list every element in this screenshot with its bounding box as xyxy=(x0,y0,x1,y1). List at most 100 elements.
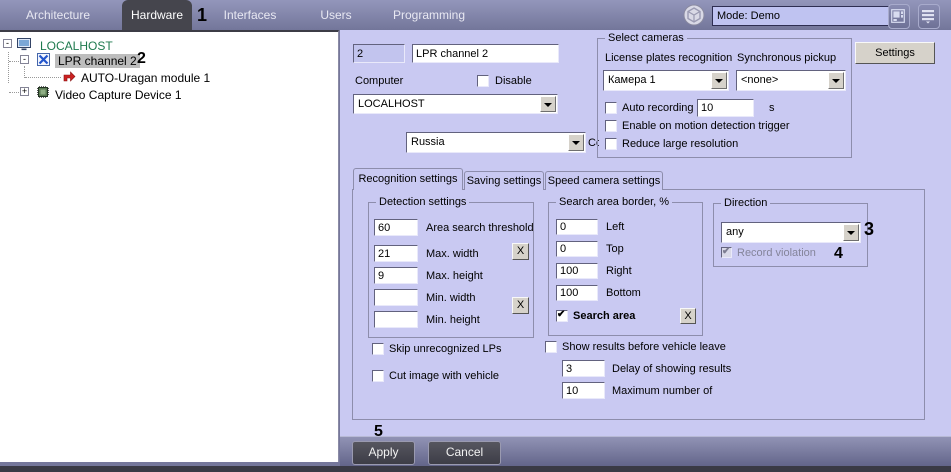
tree-item-uragan-module[interactable]: AUTO-Uragan module 1 xyxy=(81,71,210,85)
object-tree-panel: - LOCALHOST - LPR channel 2 AUTO-Uragan … xyxy=(0,30,339,462)
menu-hardware[interactable]: Hardware xyxy=(122,0,192,30)
direction-combo[interactable]: any xyxy=(721,222,861,243)
clear-search-area-button[interactable]: X xyxy=(680,308,696,324)
max-width-field[interactable] xyxy=(374,245,418,262)
country-combo[interactable]: Russia xyxy=(406,132,586,153)
tab-saving-settings[interactable]: Saving settings xyxy=(464,171,544,190)
tab-speed-camera-settings[interactable]: Speed camera settings xyxy=(545,171,663,190)
border-right-field[interactable] xyxy=(556,263,598,279)
screens-button[interactable] xyxy=(888,4,910,29)
show-results-checkbox[interactable] xyxy=(545,341,557,353)
motion-trigger-label: Enable on motion detection trigger xyxy=(622,120,790,132)
max-width-label: Max. width xyxy=(426,248,479,260)
disable-label: Disable xyxy=(495,75,532,87)
mode-input[interactable] xyxy=(712,6,892,26)
search-area-border-title: Search area border, % xyxy=(556,196,672,209)
tree-connector xyxy=(9,61,19,62)
tree-item-localhost[interactable]: LOCALHOST xyxy=(40,39,113,53)
area-search-threshold-field[interactable] xyxy=(374,219,418,236)
settings-button[interactable]: Settings xyxy=(855,42,935,64)
expand-box-localhost[interactable]: - xyxy=(3,39,12,48)
max-height-field[interactable] xyxy=(374,267,418,284)
tree-connector xyxy=(25,77,61,78)
app-window: Architecture Hardware Interfaces Users P… xyxy=(0,0,951,472)
sync-pickup-combo[interactable]: <none> xyxy=(736,70,846,91)
tree-connector xyxy=(9,92,19,93)
menu-users[interactable]: Users xyxy=(315,0,357,30)
record-violation-checkbox xyxy=(721,247,732,258)
uragan-module-icon xyxy=(63,70,76,88)
clear-max-size-button[interactable]: X xyxy=(512,243,529,260)
country-combo-value: Russia xyxy=(411,136,445,148)
expand-box-video-capture[interactable]: + xyxy=(20,87,29,96)
annotation-2: 2 xyxy=(137,50,146,68)
auto-recording-seconds-field[interactable] xyxy=(697,99,754,117)
delay-results-label: Delay of showing results xyxy=(612,363,731,375)
border-bottom-field[interactable] xyxy=(556,285,598,301)
min-height-field[interactable] xyxy=(374,311,418,328)
combo-arrow-icon[interactable] xyxy=(828,72,844,89)
annotation-4: 4 xyxy=(834,245,843,263)
select-cameras-title: Select cameras xyxy=(605,32,687,45)
tree-item-lpr-channel[interactable]: LPR channel 2 xyxy=(55,54,140,68)
menu-interfaces[interactable]: Interfaces xyxy=(222,0,278,30)
cut-image-label: Cut image with vehicle xyxy=(389,370,499,382)
lpr-camera-combo-value: Камера 1 xyxy=(608,74,656,86)
search-area-checkbox[interactable] xyxy=(556,310,568,322)
combo-arrow-icon[interactable] xyxy=(540,96,556,112)
seconds-unit-label: s xyxy=(769,102,775,114)
combo-arrow-icon[interactable] xyxy=(568,134,584,151)
show-results-label: Show results before vehicle leave xyxy=(562,341,726,353)
annotation-3: 3 xyxy=(864,220,874,238)
combo-arrow-icon[interactable] xyxy=(843,224,859,241)
capture-device-icon xyxy=(36,85,50,104)
system-menu-icon xyxy=(921,9,935,24)
reduce-resolution-checkbox[interactable] xyxy=(605,138,617,150)
lpr-camera-combo[interactable]: Камера 1 xyxy=(603,70,729,91)
logo-icon[interactable] xyxy=(683,4,705,26)
menu-programming[interactable]: Programming xyxy=(393,0,463,30)
border-bottom-label: Bottom xyxy=(606,287,641,299)
screens-icon xyxy=(891,9,905,23)
auto-recording-label: Auto recording xyxy=(622,102,694,114)
lpr-channel-icon xyxy=(37,53,50,71)
skip-unrecognized-checkbox[interactable] xyxy=(372,343,384,355)
tree-connector xyxy=(8,52,9,83)
area-search-threshold-label: Area search threshold xyxy=(426,222,534,234)
tab-recognition-settings[interactable]: Recognition settings xyxy=(353,168,463,190)
annotation-1: 1 xyxy=(197,6,207,24)
computer-combo[interactable]: LOCALHOST xyxy=(353,94,558,114)
delay-results-field[interactable] xyxy=(562,360,605,377)
annotation-5: 5 xyxy=(374,423,383,441)
cancel-button[interactable]: Cancel xyxy=(428,441,501,465)
expand-box-lpr-channel[interactable]: - xyxy=(20,55,29,64)
max-number-label: Maximum number of xyxy=(612,385,712,397)
border-top-field[interactable] xyxy=(556,241,598,257)
menu-architecture[interactable]: Architecture xyxy=(25,0,91,30)
window-bottom-edge xyxy=(0,466,951,472)
disable-checkbox[interactable] xyxy=(477,75,489,87)
top-menu-bar: Architecture Hardware Interfaces Users P… xyxy=(0,0,951,30)
computer-combo-value: LOCALHOST xyxy=(358,98,425,110)
border-right-label: Right xyxy=(606,265,632,277)
skip-unrecognized-label: Skip unrecognized LPs xyxy=(389,343,502,355)
border-left-label: Left xyxy=(606,221,624,233)
min-width-label: Min. width xyxy=(426,292,476,304)
motion-trigger-checkbox[interactable] xyxy=(605,120,617,132)
cut-image-checkbox[interactable] xyxy=(372,370,384,382)
auto-recording-checkbox[interactable] xyxy=(605,102,617,114)
object-id-field[interactable] xyxy=(353,44,405,63)
max-height-label: Max. height xyxy=(426,270,483,282)
apply-button[interactable]: Apply xyxy=(352,441,415,465)
border-left-field[interactable] xyxy=(556,219,598,235)
system-menu-button[interactable] xyxy=(918,4,940,29)
max-number-field[interactable] xyxy=(562,382,605,399)
sync-pickup-combo-value: <none> xyxy=(741,74,778,86)
clear-min-size-button[interactable]: X xyxy=(512,297,529,314)
min-width-field[interactable] xyxy=(374,289,418,306)
lpr-camera-label: License plates recognition xyxy=(605,52,732,64)
sync-pickup-label: Synchronous pickup xyxy=(737,52,836,64)
combo-arrow-icon[interactable] xyxy=(711,72,727,89)
tree-item-video-capture[interactable]: Video Capture Device 1 xyxy=(55,88,182,102)
object-name-field[interactable] xyxy=(412,44,559,63)
